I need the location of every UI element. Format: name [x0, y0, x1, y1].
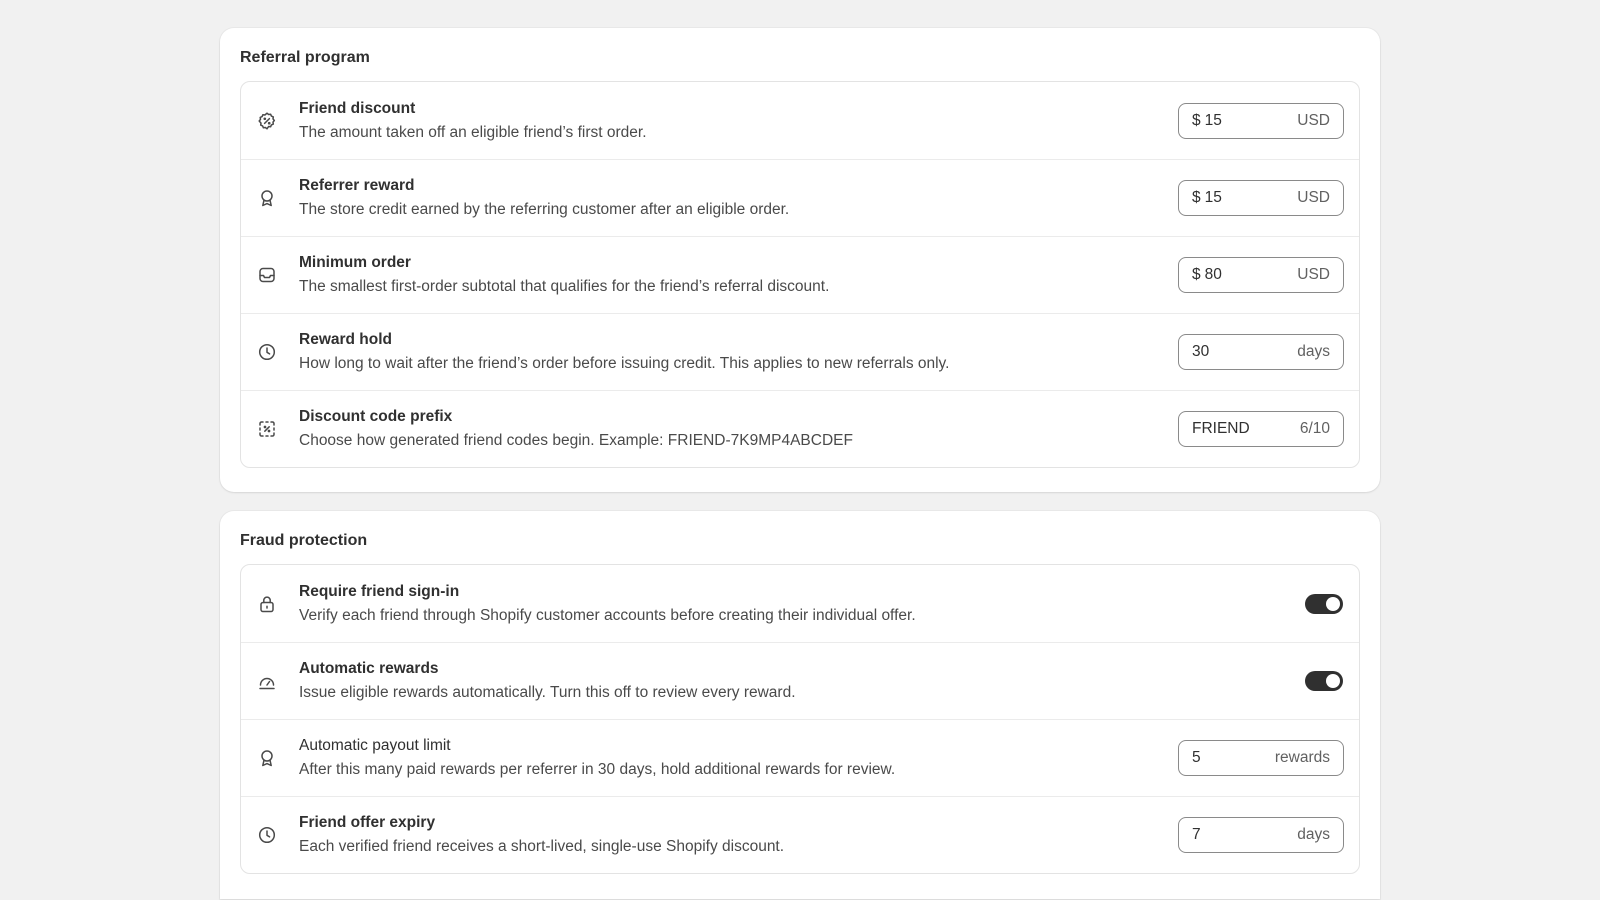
- currency-suffix: USD: [1297, 189, 1330, 206]
- card-title-fraud-protection: Fraud protection: [240, 532, 368, 549]
- currency-suffix: USD: [1297, 111, 1330, 129]
- reward-hold-input[interactable]: 30 days: [1178, 334, 1344, 370]
- row-reward-hold: Reward hold How long to wait after the f…: [241, 313, 1359, 390]
- referral-program-card: Referral program Friend discount The amo…: [220, 28, 1380, 492]
- row-require-friend-sign-in: Require friend sign-in Verify each frien…: [241, 565, 1359, 642]
- discount-code-icon: [257, 419, 277, 439]
- row-description: Choose how generated friend codes begin.…: [299, 432, 853, 449]
- input-value: 7: [1192, 826, 1201, 843]
- discount-code-prefix-input[interactable]: FRIEND 6/10: [1178, 411, 1344, 447]
- unit-suffix: days: [1297, 343, 1330, 360]
- fraud-settings-list: Require friend sign-in Verify each frien…: [240, 564, 1360, 874]
- reward-ribbon-icon: [257, 748, 277, 768]
- toggle-knob: [1326, 674, 1340, 688]
- automatic-rewards-toggle[interactable]: [1305, 671, 1343, 691]
- character-count: 6/10: [1299, 420, 1330, 437]
- require-sign-in-toggle[interactable]: [1305, 593, 1343, 614]
- referrer-reward-input[interactable]: $ 15 USD: [1178, 180, 1344, 216]
- row-description: How long to wait after the friend’s orde…: [299, 355, 950, 372]
- lock-icon: [257, 594, 277, 614]
- row-minimum-order: Minimum order The smallest first-order s…: [241, 236, 1359, 313]
- row-description: The store credit earned by the referring…: [299, 201, 790, 218]
- input-value: FRIEND: [1192, 420, 1250, 437]
- currency-prefix: $: [1192, 189, 1201, 206]
- unit-suffix: days: [1297, 826, 1330, 843]
- unit-suffix: rewards: [1274, 749, 1330, 766]
- referral-settings-list: Friend discount The amount taken off an …: [240, 81, 1360, 468]
- friend-offer-expiry-input[interactable]: 7 days: [1178, 817, 1344, 853]
- input-value: 5: [1192, 749, 1201, 766]
- minimum-order-input[interactable]: $ 80 USD: [1178, 257, 1344, 293]
- input-value: 15: [1204, 111, 1222, 129]
- currency-prefix: $: [1192, 266, 1201, 283]
- card-title-referral-program: Referral program: [240, 49, 370, 66]
- reward-ribbon-icon: [257, 188, 277, 208]
- row-title: Minimum order: [299, 254, 411, 271]
- row-description: The amount taken off an eligible friend’…: [299, 123, 647, 141]
- row-automatic-rewards: Automatic rewards Issue eligible rewards…: [241, 642, 1359, 719]
- currency-suffix: USD: [1297, 266, 1330, 283]
- row-title: Discount code prefix: [299, 408, 453, 425]
- row-title: Require friend sign-in: [299, 582, 460, 600]
- row-description: The smallest first-order subtotal that q…: [299, 278, 830, 295]
- row-discount-code-prefix: Discount code prefix Choose how generate…: [241, 390, 1359, 467]
- row-description: After this many paid rewards per referre…: [299, 761, 896, 778]
- row-title: Friend discount: [299, 99, 416, 117]
- clock-icon: [257, 342, 277, 362]
- row-friend-discount: Friend discount The amount taken off an …: [241, 82, 1359, 159]
- discount-badge-icon: [257, 111, 277, 131]
- row-description: Verify each friend through Shopify custo…: [299, 606, 916, 624]
- row-title: Automatic payout limit: [299, 737, 451, 754]
- row-title: Automatic rewards: [299, 660, 439, 677]
- gauge-icon: [257, 671, 277, 691]
- row-description: Each verified friend receives a short-li…: [299, 838, 785, 855]
- row-title: Referrer reward: [299, 177, 415, 194]
- row-title: Reward hold: [299, 331, 393, 348]
- friend-discount-input[interactable]: $ 15 USD: [1178, 102, 1344, 139]
- row-description: Issue eligible rewards automatically. Tu…: [299, 684, 796, 701]
- settings-page: Referral program Friend discount The amo…: [0, 0, 1600, 900]
- row-automatic-payout-limit: Automatic payout limit After this many p…: [241, 719, 1359, 796]
- row-friend-offer-expiry: Friend offer expiry Each verified friend…: [241, 796, 1359, 873]
- toggle-knob: [1326, 596, 1340, 611]
- row-referrer-reward: Referrer reward The store credit earned …: [241, 159, 1359, 236]
- fraud-protection-card: Fraud protection Require friend sign-in …: [220, 511, 1380, 899]
- input-value: 80: [1204, 266, 1222, 283]
- inbox-icon: [257, 265, 277, 285]
- input-value: 30: [1192, 343, 1210, 360]
- input-value: 15: [1204, 189, 1222, 206]
- currency-prefix: $: [1192, 111, 1201, 129]
- clock-icon: [257, 825, 277, 845]
- automatic-payout-limit-input[interactable]: 5 rewards: [1178, 740, 1344, 776]
- row-title: Friend offer expiry: [299, 814, 436, 831]
